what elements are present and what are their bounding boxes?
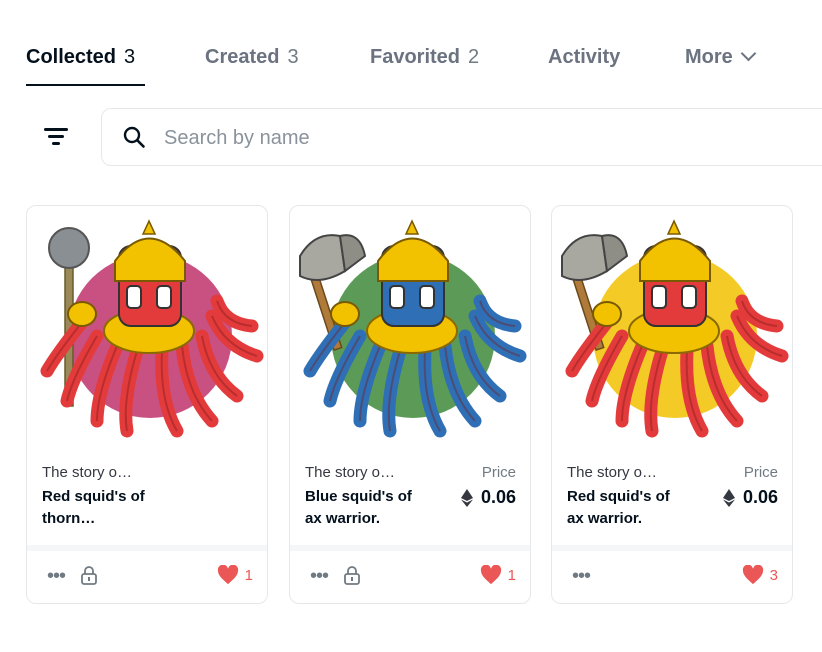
filter-button[interactable]	[42, 124, 72, 152]
nft-image[interactable]	[27, 206, 267, 456]
ethereum-icon	[460, 488, 473, 507]
like-count: 3	[769, 566, 778, 584]
price-label: Price	[743, 464, 778, 481]
lock-icon[interactable]	[343, 565, 361, 585]
nft-image[interactable]	[552, 206, 792, 456]
tab-collected[interactable]: Collected 3	[26, 46, 135, 69]
heart-icon	[217, 565, 238, 585]
active-tab-indicator	[26, 84, 145, 86]
nft-card[interactable]: The story o… Red squid's of thorn… ••• 1	[26, 205, 268, 604]
price-label: Price	[481, 464, 516, 481]
heart-icon	[742, 565, 763, 585]
price: 0.06	[722, 487, 778, 508]
search-input[interactable]	[162, 119, 806, 157]
tab-label: Collected	[26, 46, 117, 68]
tab-count: 2	[468, 46, 480, 68]
collection-name: The story o…	[567, 464, 658, 481]
like-button[interactable]: 3	[742, 565, 778, 585]
price-value: 0.06	[480, 487, 516, 507]
tab-count: 3	[287, 46, 299, 68]
nft-card[interactable]: The story o… Blue squid's of ax warrior.…	[289, 205, 531, 604]
item-name: Red squid's of thorn…	[42, 488, 145, 527]
tab-label: Activity	[548, 46, 621, 68]
like-button[interactable]: 1	[480, 565, 516, 585]
tab-favorited[interactable]: Favorited 2	[370, 46, 479, 69]
more-options-icon[interactable]: •••	[572, 565, 591, 588]
like-button[interactable]: 1	[217, 565, 253, 585]
tab-label: Created	[205, 46, 280, 68]
tab-created[interactable]: Created 3	[205, 46, 299, 69]
more-options-icon[interactable]: •••	[47, 565, 66, 588]
card-footer: ••• 3	[552, 545, 792, 603]
tab-count: 3	[124, 46, 136, 68]
nft-card[interactable]: The story o… Red squid's of ax warrior. …	[551, 205, 793, 604]
tab-label: Favorited	[370, 46, 461, 68]
collection-name: The story o…	[42, 464, 133, 481]
card-footer: ••• 1	[290, 545, 530, 603]
item-name: Blue squid's of ax warrior.	[305, 488, 412, 527]
item-name: Red squid's of ax warrior.	[567, 488, 670, 527]
price-value: 0.06	[742, 487, 778, 507]
chevron-down-icon	[740, 45, 757, 62]
search-icon	[123, 126, 145, 148]
card-footer: ••• 1	[27, 545, 267, 603]
heart-icon	[480, 565, 501, 585]
more-options-icon[interactable]: •••	[310, 565, 329, 588]
nft-image[interactable]	[290, 206, 530, 456]
tab-label: More	[685, 46, 733, 68]
tab-activity[interactable]: Activity	[548, 46, 620, 69]
collection-name: The story o…	[305, 464, 396, 481]
search-bar	[101, 108, 822, 166]
tab-more[interactable]: More	[685, 45, 757, 69]
like-count: 1	[507, 566, 516, 584]
like-count: 1	[244, 566, 253, 584]
ethereum-icon	[722, 488, 735, 507]
price: 0.06	[460, 487, 516, 508]
lock-icon[interactable]	[80, 565, 98, 585]
